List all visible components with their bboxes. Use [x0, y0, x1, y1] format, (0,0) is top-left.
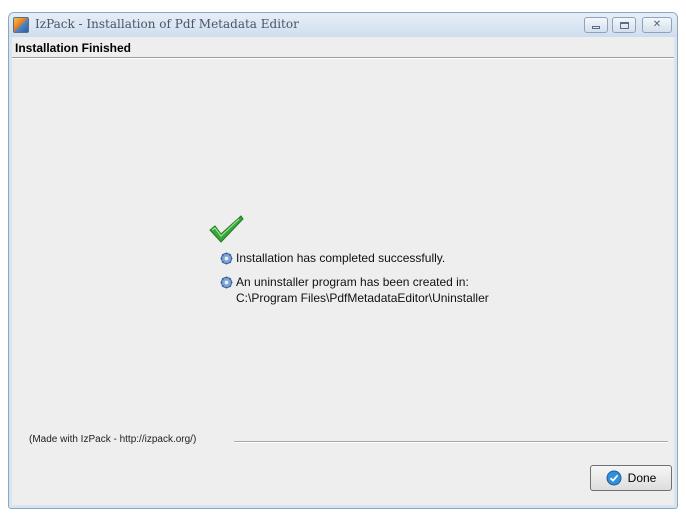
title-bar[interactable]: IzPack - Installation of Pdf Metadata Ed…: [9, 13, 677, 37]
maximize-icon: [619, 21, 629, 29]
installer-window: IzPack - Installation of Pdf Metadata Ed…: [8, 12, 678, 509]
maximize-button[interactable]: [612, 17, 636, 33]
done-button-label: Done: [627, 471, 657, 485]
uninstaller-path: C:\Program Files\PdfMetadataEditor\Unins…: [236, 291, 489, 305]
installer-panel: Installation Finished Installation has c…: [12, 37, 674, 505]
green-checkmark-icon: [209, 215, 244, 243]
gear-icon: [220, 252, 233, 265]
ok-icon: [606, 470, 622, 486]
gear-icon: [220, 276, 233, 289]
izpack-credit: (Made with IzPack - http://izpack.org/): [29, 434, 197, 445]
close-button[interactable]: ✕: [642, 17, 672, 33]
minimize-icon: [592, 25, 600, 29]
page-title: Installation Finished: [15, 41, 132, 55]
done-button[interactable]: Done: [590, 465, 672, 491]
close-icon: ✕: [652, 19, 662, 30]
izpack-app-icon: [13, 17, 29, 33]
completed-text: Installation has completed successfully.: [236, 251, 446, 265]
window-title: IzPack - Installation of Pdf Metadata Ed…: [35, 17, 299, 31]
uninstaller-text: An uninstaller program has been created …: [236, 275, 469, 289]
minimize-button[interactable]: [584, 17, 608, 33]
footer-divider: [234, 441, 668, 443]
